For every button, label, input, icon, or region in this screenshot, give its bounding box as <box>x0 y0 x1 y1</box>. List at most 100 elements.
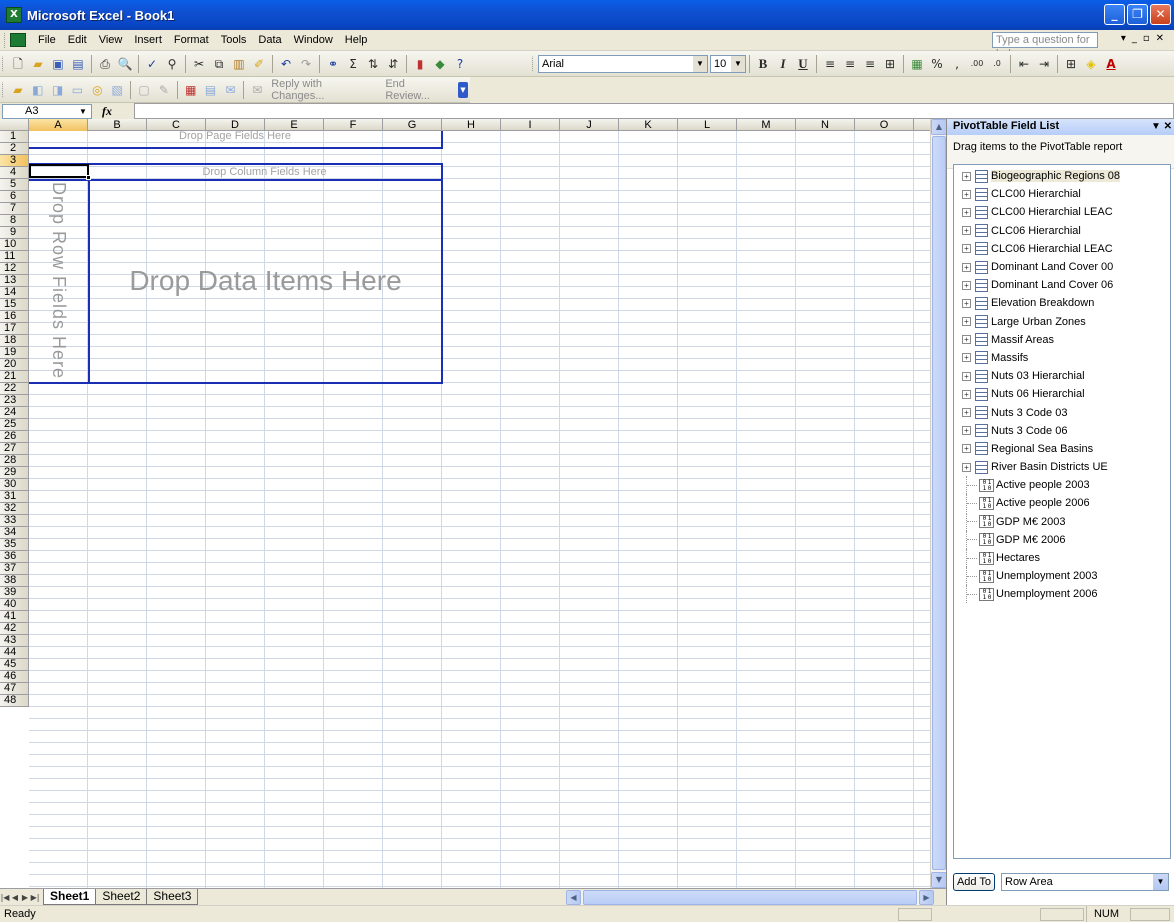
pivot-field-item[interactable]: + Nuts 3 Code 06 <box>954 422 1170 440</box>
excel-app-icon[interactable]: X <box>6 7 22 23</box>
column-header-o[interactable]: O <box>855 119 914 131</box>
spelling-icon[interactable]: ✓ <box>144 56 160 72</box>
pivot-field-item[interactable]: + Biogeographic Regions 08 <box>954 167 1170 185</box>
row-header-48[interactable]: 48 <box>0 695 29 707</box>
show-comment-icon[interactable]: ▭ <box>70 82 86 98</box>
sort-descending-icon[interactable]: ⇵ <box>385 56 401 72</box>
pivot-measure-item[interactable]: 0 1 1 0 Active people 2003 <box>954 476 1170 495</box>
column-header-k[interactable]: K <box>619 119 678 131</box>
print-icon[interactable]: ⎙ <box>97 56 113 72</box>
cut-icon[interactable]: ✂ <box>191 56 207 72</box>
help-search-input[interactable]: Type a question for help <box>992 32 1098 60</box>
font-color-icon[interactable]: A <box>1103 56 1119 72</box>
paste-icon[interactable]: ▥ <box>231 56 247 72</box>
toolbar-grip[interactable] <box>2 81 6 98</box>
new-icon[interactable]: 🗋 <box>10 56 26 72</box>
formula-input[interactable] <box>134 103 1174 119</box>
undo-icon[interactable]: ↶ <box>278 56 294 72</box>
fill-handle[interactable] <box>86 175 91 180</box>
ink-annotations-icon[interactable]: ✎ <box>156 82 172 98</box>
pivot-field-item[interactable]: + River Basin Districts UE <box>954 458 1170 476</box>
last-sheet-icon[interactable]: ▶| <box>30 893 40 902</box>
menu-window[interactable]: Window <box>288 32 339 48</box>
pivot-row-drop-area[interactable]: Drop Row Fields Here <box>29 179 90 384</box>
font-size-combo[interactable]: 10 ▼ <box>710 54 746 73</box>
pivot-field-item[interactable]: + Regional Sea Basins <box>954 440 1170 458</box>
pivot-measure-item[interactable]: 0 1 1 0 Unemployment 2003 <box>954 567 1170 586</box>
pivot-field-item[interactable]: + Nuts 03 Hierarchial <box>954 367 1170 385</box>
save-icon[interactable]: ▣ <box>50 56 66 72</box>
expand-plus-icon[interactable]: + <box>962 171 971 181</box>
next-comment-icon[interactable]: ◨ <box>50 82 66 98</box>
field-list[interactable]: + Biogeographic Regions 08 + CLC00 Hierarch… <box>953 164 1171 859</box>
pivot-measure-item[interactable]: 0 1 1 0 Unemployment 2006 <box>954 585 1170 604</box>
bold-icon[interactable]: B <box>755 56 771 72</box>
menu-edit[interactable]: Edit <box>62 32 93 48</box>
prev-sheet-icon[interactable]: ◀ <box>10 893 20 902</box>
copy-icon[interactable]: ⧉ <box>211 56 227 72</box>
new-comment-icon[interactable]: ▰ <box>10 82 26 98</box>
percent-icon[interactable]: % <box>929 56 945 72</box>
autosum-icon[interactable]: Σ <box>345 56 361 72</box>
font-name-combo[interactable]: Arial ▼ <box>538 54 708 73</box>
chevron-down-icon[interactable]: ▼ <box>1153 874 1168 890</box>
sort-ascending-icon[interactable]: ⇅ <box>365 56 381 72</box>
help-icon[interactable]: ? <box>452 56 468 72</box>
restore-button[interactable]: ❐ <box>1127 4 1148 25</box>
vertical-scroll-thumb[interactable] <box>932 136 946 870</box>
menu-help[interactable]: Help <box>339 32 374 48</box>
expand-plus-icon[interactable]: + <box>962 408 971 418</box>
doc-window-controls[interactable]: ▾_▫✕ <box>1121 33 1170 44</box>
column-header-g[interactable]: G <box>383 119 442 131</box>
expand-plus-icon[interactable]: + <box>962 244 971 254</box>
expand-plus-icon[interactable]: + <box>962 207 971 217</box>
pane-menu-close-icon[interactable]: ▼ ✕ <box>1151 119 1172 134</box>
align-right-icon[interactable]: ≡ <box>862 56 878 72</box>
menu-tools[interactable]: Tools <box>215 32 253 48</box>
pivot-data-drop-area[interactable]: Drop Data Items Here <box>88 179 443 384</box>
pivot-field-item[interactable]: + Elevation Breakdown <box>954 294 1170 312</box>
borders-icon[interactable]: ⊞ <box>1063 56 1079 72</box>
document-icon[interactable] <box>10 33 26 47</box>
create-task-icon[interactable]: ▦ <box>183 82 199 98</box>
column-header-b[interactable]: B <box>88 119 147 131</box>
show-all-comments-icon[interactable]: ◎ <box>89 82 105 98</box>
hyperlink-icon[interactable]: ⚭ <box>325 56 341 72</box>
format-painter-icon[interactable]: ✐ <box>251 56 267 72</box>
active-cell[interactable] <box>29 164 89 178</box>
pivot-field-item[interactable]: + CLC00 Hierarchial <box>954 185 1170 203</box>
chart-wizard-icon[interactable]: ▮ <box>412 56 428 72</box>
pivot-field-item[interactable]: + CLC00 Hierarchial LEAC <box>954 203 1170 221</box>
align-left-icon[interactable]: ≡ <box>822 56 838 72</box>
pivot-field-item[interactable]: + Large Urban Zones <box>954 313 1170 331</box>
expand-plus-icon[interactable]: + <box>962 226 971 236</box>
pivot-page-drop-area[interactable]: Drop Page Fields Here <box>29 131 443 149</box>
menubar-grip[interactable] <box>4 32 7 48</box>
expand-plus-icon[interactable]: + <box>962 444 971 454</box>
delete-comment-icon[interactable]: ▢ <box>136 82 152 98</box>
next-sheet-icon[interactable]: ▶ <box>20 893 30 902</box>
toolbar-grip[interactable] <box>2 55 6 72</box>
sheet-tab-sheet2[interactable]: Sheet2 <box>95 889 148 905</box>
pivot-field-item[interactable]: + CLC06 Hierarchial <box>954 222 1170 240</box>
reply-with-changes-button[interactable]: Reply with Changes... <box>267 78 381 102</box>
update-file-icon[interactable]: ▤ <box>203 82 219 98</box>
expand-plus-icon[interactable]: + <box>962 298 971 308</box>
menu-view[interactable]: View <box>93 32 129 48</box>
scroll-left-icon[interactable]: ◀ <box>566 890 581 905</box>
chevron-down-icon[interactable]: ▼ <box>731 55 745 72</box>
pivot-field-item[interactable]: + Nuts 3 Code 03 <box>954 403 1170 421</box>
increase-decimal-icon[interactable]: .00 <box>969 56 985 72</box>
decrease-indent-icon[interactable]: ⇤ <box>1016 56 1032 72</box>
scroll-right-icon[interactable]: ▶ <box>919 890 934 905</box>
toolbar-options-icon[interactable]: ▼ <box>458 81 468 98</box>
increase-indent-icon[interactable]: ⇥ <box>1036 56 1052 72</box>
menu-format[interactable]: Format <box>168 32 215 48</box>
pivot-field-item[interactable]: + CLC06 Hierarchial LEAC <box>954 240 1170 258</box>
pivot-field-item[interactable]: + Massifs <box>954 349 1170 367</box>
scroll-down-icon[interactable]: ▼ <box>931 872 947 888</box>
pivot-field-item[interactable]: + Dominant Land Cover 00 <box>954 258 1170 276</box>
title-bar[interactable]: X Microsoft Excel - Book1 _ ❐ ✕ <box>0 0 1174 30</box>
add-to-button[interactable]: Add To <box>953 873 995 891</box>
end-review-button[interactable]: End Review... <box>381 78 456 102</box>
